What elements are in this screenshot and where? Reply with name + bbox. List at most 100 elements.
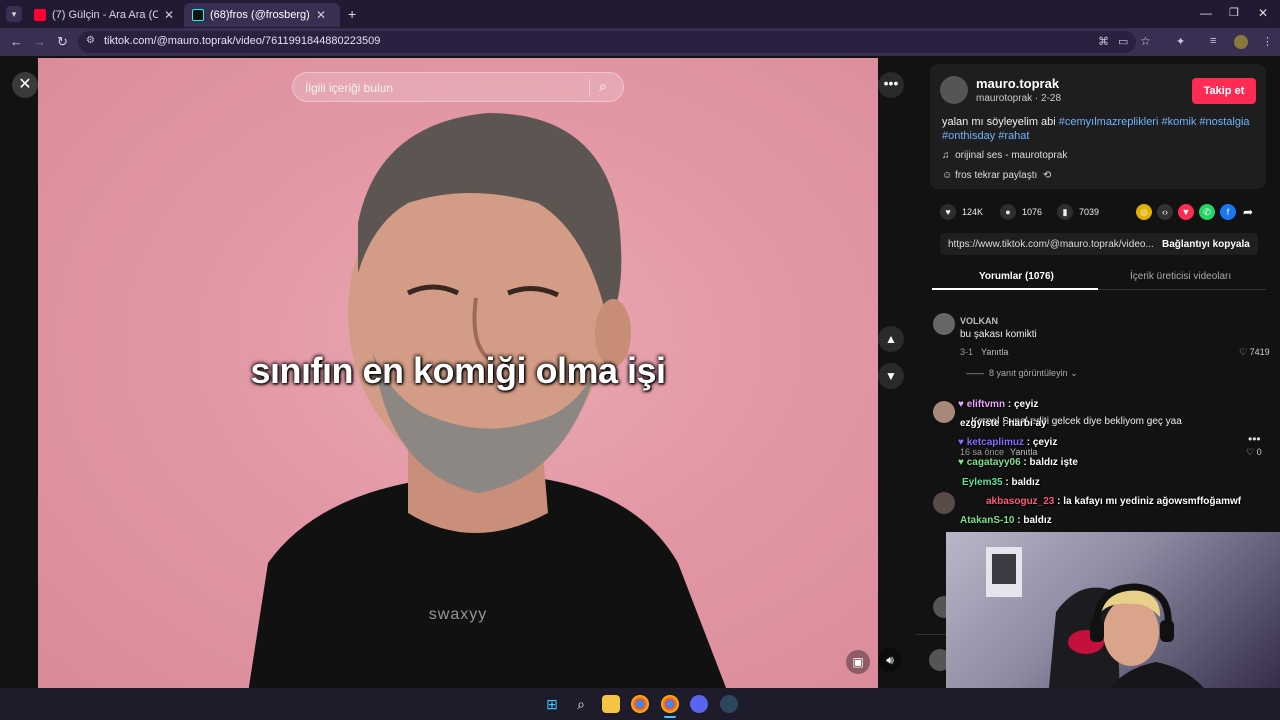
video-watermark: swaxyy [428, 606, 488, 623]
chrome-active-icon[interactable] [661, 695, 679, 713]
comment-like-button[interactable]: ♡ 0 [1246, 447, 1262, 458]
whatsapp-icon[interactable]: ✆ [1199, 204, 1215, 220]
profile-avatar[interactable] [1234, 35, 1248, 49]
repost-avatar-icon: ☺ [942, 170, 953, 181]
chat-text: çeyiz [1032, 437, 1058, 448]
forward-share-icon[interactable]: ➦ [1240, 204, 1256, 220]
browser-menu-icon[interactable]: ⋮ [1262, 35, 1273, 48]
search-placeholder: İlgili içeriği bulun [305, 81, 394, 95]
video-caption: sınıfın en komiği olma işi [250, 350, 666, 391]
facebook-icon[interactable]: f [1220, 204, 1236, 220]
heart-outline-icon: ♡ [1246, 447, 1255, 457]
comment-like-count: 7419 [1249, 347, 1270, 357]
copy-link-button[interactable]: Bağlantıyı kopyala [1162, 239, 1250, 250]
video-description: yalan mı söyleyelim abi #cemyılmazreplik… [942, 115, 1258, 143]
author-meta: maurotoprak · 2-28 [976, 93, 1062, 104]
like-button[interactable]: ♥ 124K [940, 204, 983, 220]
hashtag-link[interactable]: #nostalgia [1199, 116, 1249, 128]
commenter-name[interactable]: VOLKAN [960, 316, 998, 326]
reply-link[interactable]: Yanıtla [1010, 447, 1037, 457]
pip-icon[interactable]: ▣ [846, 650, 870, 674]
tab-list-dropdown-icon[interactable]: ▾ [6, 6, 22, 22]
author-name[interactable]: mauro.toprak [976, 76, 1059, 91]
comment-text: bu şakası komikti [960, 329, 1037, 340]
hashtag-link[interactable]: #rahat [998, 130, 1029, 142]
cast-icon[interactable]: ▭ [1118, 35, 1128, 48]
minimize-icon[interactable]: — [1200, 6, 1212, 20]
chat-text: baldız [1011, 477, 1040, 488]
bookmark-icon: ▮ [1057, 204, 1073, 220]
music-note-icon: ♫ [942, 150, 950, 161]
panel-tabs: Yorumlar (1076) İçerik üreticisi videola… [932, 264, 1266, 290]
hashtag-link[interactable]: #komik [1161, 116, 1196, 128]
extensions-icon[interactable]: ✦ [1176, 35, 1185, 48]
site-info-icon[interactable]: ⚙ [86, 35, 95, 46]
share-link[interactable]: https://www.tiktok.com/@mauro.toprak/vid… [948, 239, 1153, 250]
close-tab-icon[interactable]: ✕ [316, 8, 326, 22]
comment-button[interactable]: ● 1076 [1000, 204, 1042, 220]
more-options-icon[interactable]: ••• [878, 72, 904, 98]
comment-like-button[interactable]: ♡ 7419 [1239, 347, 1270, 358]
commenter-avatar[interactable] [933, 492, 955, 514]
close-video-button[interactable]: ✕ [12, 72, 38, 98]
commenter-avatar[interactable] [933, 313, 955, 335]
back-icon[interactable]: ← [10, 34, 23, 49]
tab-title: (7) Gülçin - Ara Ara (Official Vid [52, 9, 158, 21]
translate-icon[interactable]: ⌘ [1098, 35, 1109, 48]
hashtag-link[interactable]: #onthisday [942, 130, 995, 142]
send-share-icon[interactable]: ▼ [1178, 204, 1194, 220]
restore-icon[interactable]: ❐ [1229, 6, 1239, 19]
view-replies-button[interactable]: —— 8 yanıt görüntüleyin ⌄ [966, 368, 1078, 379]
chrome-icon[interactable] [631, 695, 649, 713]
browser-tab-tiktok[interactable]: (68)fros (@frosberg) | TikTok ✕ [184, 3, 340, 27]
chat-message: ♥ eliftvmn : çeyiz [958, 399, 1039, 410]
chat-username: eliftvmn [966, 399, 1006, 410]
chat-message: ♥ cagatayy06 : baldız işte [958, 457, 1078, 468]
volume-icon[interactable]: 🔊︎ [878, 648, 902, 672]
file-explorer-icon[interactable] [602, 695, 620, 713]
reading-list-icon[interactable]: ≡ [1210, 35, 1216, 47]
discord-icon[interactable] [690, 695, 708, 713]
save-button[interactable]: ▮ 7039 [1057, 204, 1099, 220]
url-text: tiktok.com/@mauro.toprak/video/761199184… [104, 35, 381, 47]
repost-icon: ⟲ [1042, 170, 1052, 181]
hashtag-link[interactable]: #cemyılmazreplikleri [1059, 116, 1159, 128]
search-icon[interactable]: ⌕ [572, 695, 590, 713]
heart-icon: ♥ [940, 204, 956, 220]
tab-comments[interactable]: Yorumlar (1076) [979, 271, 1054, 282]
commenter-avatar[interactable] [933, 401, 955, 423]
comment-options-icon[interactable]: ••• [1248, 432, 1261, 446]
related-content-search[interactable]: İlgili içeriği bulun ⌕ [292, 72, 624, 102]
browser-tab-youtube[interactable]: (7) Gülçin - Ara Ara (Official Vid ✕ [26, 3, 182, 27]
next-video-chevron-down-icon[interactable]: ▼ [878, 363, 904, 389]
windows-start-icon[interactable]: ⊞ [543, 695, 561, 713]
active-app-indicator [664, 716, 676, 718]
author-avatar[interactable] [940, 76, 968, 104]
url-field[interactable]: ⚙ tiktok.com/@mauro.toprak/video/7611991… [78, 31, 1151, 53]
windows-taskbar: ⊞ ⌕ [0, 688, 1280, 720]
tab-creator-videos[interactable]: İçerik üreticisi videoları [1130, 271, 1231, 282]
close-window-icon[interactable]: ✕ [1258, 6, 1268, 20]
coin-share-icon[interactable]: ◎ [1136, 204, 1152, 220]
follow-button[interactable]: Takip et [1192, 78, 1256, 104]
music-link[interactable]: ♫ orijinal ses - maurotoprak [942, 150, 1067, 161]
chat-message: ♥ ketcaplimuz : çeyiz [958, 437, 1058, 448]
embed-icon[interactable]: ‹› [1157, 204, 1173, 220]
previous-video-chevron-up-icon[interactable]: ▲ [878, 326, 904, 352]
reload-icon[interactable]: ↻ [57, 34, 68, 50]
chat-text: harbi ay [1008, 418, 1047, 429]
new-tab-button[interactable]: + [348, 6, 356, 22]
steam-icon[interactable] [720, 695, 738, 713]
chat-text: la kafayı mı yediniz ağowsmffoğamwf [1063, 496, 1242, 507]
comment-icon: ● [1000, 204, 1016, 220]
heart-badge-icon: ♥ [958, 437, 967, 448]
bookmark-star-icon[interactable]: ☆ [1140, 34, 1151, 48]
search-icon[interactable]: ⌕ [599, 78, 607, 95]
video-player[interactable]: İlgili içeriği bulun ⌕ sınıfın en komiği… [38, 58, 878, 690]
view-replies-label: 8 yanıt görüntüleyin [989, 368, 1068, 378]
forward-icon[interactable]: → [33, 34, 46, 49]
reply-link[interactable]: Yanıtla [981, 347, 1008, 357]
active-tab-indicator [932, 288, 1098, 290]
close-tab-icon[interactable]: ✕ [164, 8, 174, 22]
youtube-icon [34, 9, 46, 21]
